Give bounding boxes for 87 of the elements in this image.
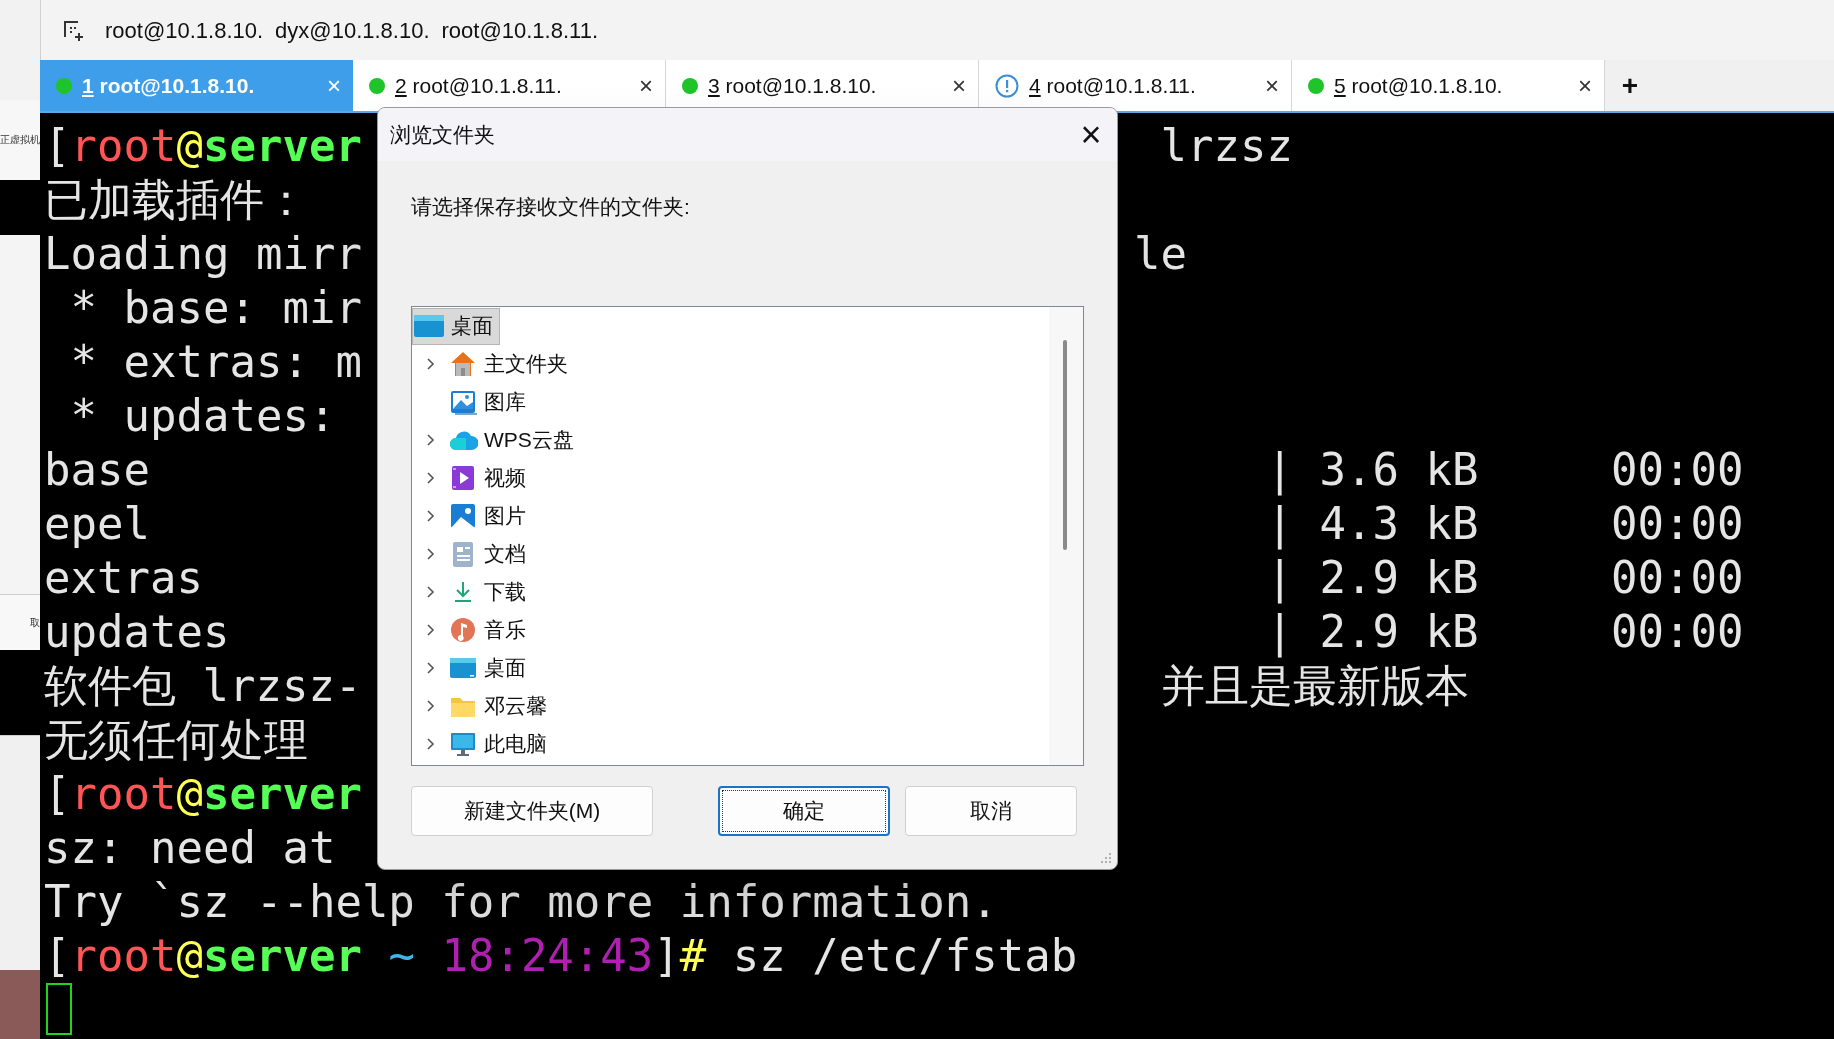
terminal-line: 并且是最新版本 [1160, 659, 1469, 713]
tree-item[interactable]: 图片 [412, 497, 1049, 535]
tree-item[interactable]: 图片 [412, 498, 526, 534]
chevron-right-icon[interactable] [425, 433, 435, 447]
tree-item[interactable]: 音乐 [412, 611, 1049, 649]
terminal-prompt: [root@server ~ 18:24:43]# sz /etc/fstab [44, 930, 1078, 981]
dialog-title: 浏览文件夹 [390, 121, 495, 148]
terminal-line: 软件包 lrzsz- [44, 660, 362, 711]
tree-item[interactable]: 主文件夹 [412, 345, 1049, 383]
tree-item[interactable]: WPS云盘 [412, 421, 1049, 459]
tree-item[interactable]: 视频 [412, 459, 1049, 497]
window-fragment-text: 正虚拟机 [0, 134, 40, 146]
tab-label: 2 root@10.1.8.11. [395, 72, 562, 99]
close-tab-button[interactable]: × [1578, 67, 1592, 104]
resize-grip-icon [1099, 851, 1113, 865]
session-tab[interactable]: 5 root@10.1.8.10. × [1292, 60, 1605, 111]
chevron-right-icon[interactable] [425, 357, 435, 371]
tree-item[interactable]: 图库 [412, 383, 1049, 421]
picture-icon [448, 501, 478, 531]
terminal-line: | 2.9 kB 00:00 [1266, 605, 1744, 659]
new-tab-button[interactable]: + [1605, 60, 1655, 111]
terminal-line: Try `sz --help for more information. [44, 876, 998, 927]
dialog-button[interactable]: 取消 [905, 786, 1077, 836]
window-fragment-text: 取 [30, 616, 40, 629]
terminal-line: * extras: m [69, 336, 362, 387]
close-tab-button[interactable]: × [639, 67, 653, 104]
tab-label: 3 root@10.1.8.10. [708, 72, 877, 99]
terminal-line: epel [44, 498, 150, 549]
chevron-right-icon[interactable] [425, 661, 435, 675]
terminal-line: Loading mirr [44, 228, 362, 279]
session-label[interactable]: root@10.1.8.10. [105, 13, 264, 47]
tree-item[interactable]: 下载 [412, 574, 526, 610]
close-tab-button[interactable]: × [952, 67, 966, 104]
chevron-right-icon[interactable] [425, 471, 435, 485]
tree-item[interactable]: 桌面 [412, 650, 526, 686]
tab-label: 4 root@10.1.8.11. [1029, 72, 1196, 99]
tree-item[interactable]: 下载 [412, 573, 1049, 611]
scrollbar-thumb[interactable] [1063, 340, 1067, 550]
terminal-cursor [46, 983, 72, 1035]
photo-placeholder [0, 970, 40, 1039]
tree-item[interactable]: 文档 [412, 535, 1049, 573]
tree-item[interactable]: 此电脑 [412, 726, 547, 762]
tree-item[interactable]: 主文件夹 [412, 346, 568, 382]
tree-item[interactable]: 此电脑 [412, 725, 1049, 763]
tab-label: 1 root@10.1.8.10. [82, 72, 255, 99]
terminal-line: le [1134, 227, 1188, 281]
terminal-line: sz: need at [44, 822, 336, 873]
terminal-line: base [44, 444, 150, 495]
terminal-line: * base: mir [69, 282, 362, 333]
music-note-icon [448, 615, 478, 645]
session-tab[interactable]: 2 root@10.1.8.11. × [353, 60, 666, 111]
terminal-line: updates [44, 606, 230, 657]
terminal-line: | 2.9 kB 00:00 [1266, 551, 1744, 605]
close-tab-button[interactable]: × [1265, 67, 1279, 104]
tree-item[interactable]: 桌面 [412, 649, 1049, 687]
terminal-line: lrzsz [1160, 119, 1294, 173]
session-tab[interactable]: 4 root@10.1.8.11. × [979, 60, 1292, 111]
terminal-line: | 4.3 kB 00:00 [1266, 497, 1744, 551]
chevron-right-icon[interactable] [425, 585, 435, 599]
terminal-prompt: [root@server [44, 768, 362, 819]
tree-item[interactable]: 文档 [412, 536, 526, 572]
terminal-line: | 3.6 kB 00:00 [1266, 443, 1744, 497]
terminal-line: extras [44, 552, 203, 603]
session-group-icon [61, 18, 85, 42]
tree-item[interactable]: 视频 [412, 460, 526, 496]
tree-item[interactable]: 桌面 [412, 307, 500, 345]
terminal-line: * updates: [69, 390, 337, 441]
terminal-line: 已加载插件： [44, 174, 308, 225]
chevron-right-icon[interactable] [425, 509, 435, 523]
terminal-prompt: [root@server [44, 120, 362, 171]
tree-item[interactable]: 邓云馨 [412, 687, 1049, 725]
dialog-prompt: 请选择保存接收文件的文件夹: [411, 194, 691, 220]
dialog-button[interactable]: 新建文件夹(M) [411, 786, 653, 836]
close-button[interactable]: × [1065, 108, 1117, 161]
terminal-line: 无须任何处理 [44, 714, 308, 765]
session-label[interactable]: root@10.1.8.11. [441, 13, 599, 47]
tree-item[interactable]: 邓云馨 [412, 688, 547, 724]
tab-label: 5 root@10.1.8.10. [1334, 72, 1503, 99]
tree-item[interactable]: 图库 [412, 384, 526, 420]
tree-item[interactable]: WPS云盘 [412, 422, 574, 458]
chevron-right-icon[interactable] [425, 547, 435, 561]
session-label[interactable]: dyx@10.1.8.10. [275, 13, 430, 47]
chevron-right-icon[interactable] [425, 737, 435, 751]
tree-item[interactable]: 音乐 [412, 612, 526, 648]
chevron-right-icon[interactable] [425, 699, 435, 713]
dialog-button[interactable]: 确定 [718, 786, 890, 836]
chevron-right-icon[interactable] [425, 623, 435, 637]
